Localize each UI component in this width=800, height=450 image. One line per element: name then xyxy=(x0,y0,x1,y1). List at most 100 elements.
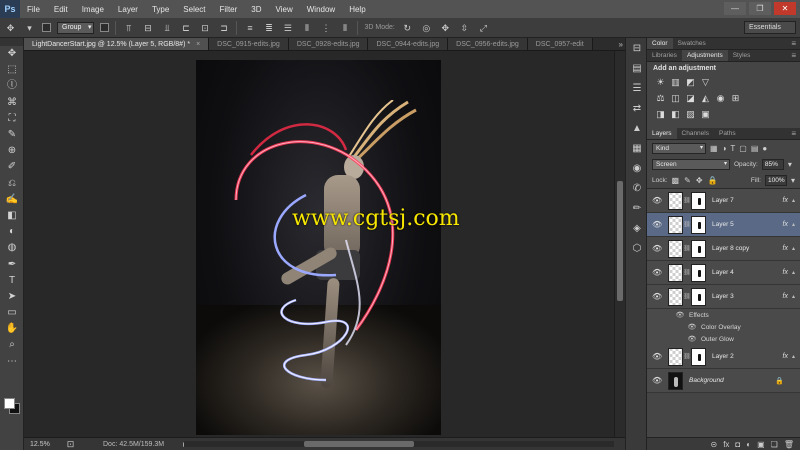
align-vcenter-icon[interactable]: ⊟ xyxy=(141,22,154,34)
menu-edit[interactable]: Edit xyxy=(47,5,75,14)
minimize-button[interactable]: — xyxy=(724,2,746,15)
levels-adjustment-icon[interactable]: ▥ xyxy=(670,77,681,88)
distribute-vcenter-icon[interactable]: ≣ xyxy=(262,22,275,34)
shape-tool-icon[interactable]: ▭ xyxy=(0,305,24,321)
layer-mask-thumbnail[interactable] xyxy=(691,347,706,366)
visibility-eye-icon[interactable]: 👁 xyxy=(652,352,662,361)
eyedropper-tool-icon[interactable]: ✎ xyxy=(0,127,24,143)
menu-filter[interactable]: Filter xyxy=(213,5,245,14)
menu-type[interactable]: Type xyxy=(145,5,176,14)
horizontal-scroll-thumb[interactable] xyxy=(304,441,414,447)
distribute-right-icon[interactable]: ⫴ xyxy=(338,22,351,34)
shape-filter-icon[interactable]: ▢ xyxy=(739,144,747,153)
brush-presets-panel-icon[interactable]: ✆ xyxy=(626,178,648,198)
black-white-adjustment-icon[interactable]: ◭ xyxy=(700,93,711,104)
blend-mode-dropdown[interactable]: Screen xyxy=(652,158,730,170)
exposure-adjustment-icon[interactable]: ▽ xyxy=(700,77,711,88)
add-layer-style-icon[interactable]: fx xyxy=(723,440,729,449)
color-panel-icon[interactable]: ◉ xyxy=(626,158,648,178)
layer-kind-filter[interactable]: Kind xyxy=(652,142,706,154)
document-tab[interactable]: DSC_0915-edits.jpg xyxy=(209,38,289,50)
type-tool-icon[interactable]: T xyxy=(0,273,24,289)
layer-effects-fx-icon[interactable]: fx xyxy=(783,245,788,252)
layers-panel-menu-icon[interactable]: ≡ xyxy=(787,128,800,139)
menu-file[interactable]: File xyxy=(20,5,47,14)
visibility-eye-icon[interactable]: 👁 xyxy=(652,292,662,301)
quick-select-tool-icon[interactable]: ⌘ xyxy=(0,95,24,111)
menu-help[interactable]: Help xyxy=(342,5,372,14)
layer-effects-fx-icon[interactable]: fx xyxy=(783,353,788,360)
opacity-field[interactable]: 85% xyxy=(761,158,784,170)
move-tool-icon[interactable]: ✥ xyxy=(0,46,24,62)
mask-link-icon[interactable]: ⛓ xyxy=(683,221,691,228)
effect-visibility-eye-icon[interactable]: 👁 xyxy=(687,323,697,331)
link-layers-icon[interactable]: ⊝ xyxy=(710,440,717,449)
layer-row[interactable]: 👁 ⛓ Layer 5 fx ▴ xyxy=(647,213,800,237)
restore-button[interactable]: ❐ xyxy=(749,2,771,15)
mask-link-icon[interactable]: ⛓ xyxy=(683,293,691,300)
smart-object-filter-icon[interactable]: ▤ xyxy=(751,144,759,153)
3d-roll-icon[interactable]: ◎ xyxy=(420,22,433,34)
layer-row[interactable]: 👁 ⛓ Layer 8 copy fx ▴ xyxy=(647,237,800,261)
tab-close-icon[interactable]: × xyxy=(196,41,200,48)
3d-panel-icon[interactable]: ⬡ xyxy=(626,238,648,258)
new-group-icon[interactable]: ▣ xyxy=(757,440,765,449)
3d-orbit-icon[interactable]: ↻ xyxy=(401,22,414,34)
tab-channels[interactable]: Channels xyxy=(677,128,714,139)
type-filter-icon[interactable]: T xyxy=(730,144,735,153)
menu-window[interactable]: Window xyxy=(300,5,342,14)
vibrance-adjustment-icon[interactable]: ⚖ xyxy=(655,93,666,104)
brightness-contrast-adjustment-icon[interactable]: ☀ xyxy=(655,77,666,88)
pen-tool-icon[interactable]: ✒ xyxy=(0,256,24,272)
close-window-button[interactable]: ✕ xyxy=(774,2,796,15)
distribute-left-icon[interactable]: ⦀ xyxy=(300,22,313,34)
mask-link-icon[interactable]: ⛓ xyxy=(683,245,691,252)
distribute-bottom-icon[interactable]: ☰ xyxy=(281,22,294,34)
tabs-overflow-icon[interactable]: » xyxy=(619,38,623,50)
effects-group-row[interactable]: 👁 Effects xyxy=(647,309,800,321)
more-tool-icon[interactable]: ⋯ xyxy=(0,354,24,370)
effects-expand-icon[interactable]: ▴ xyxy=(792,293,795,300)
show-transform-checkbox[interactable] xyxy=(100,23,110,32)
align-right-icon[interactable]: ⊐ xyxy=(217,22,230,34)
layer-mask-thumbnail[interactable] xyxy=(691,287,706,306)
tab-paths[interactable]: Paths xyxy=(714,128,741,139)
tab-swatches[interactable]: Swatches xyxy=(673,38,711,49)
align-bottom-icon[interactable]: ⫫ xyxy=(160,22,173,34)
healing-tool-icon[interactable]: ⊕ xyxy=(0,143,24,159)
lock-all-icon[interactable]: 🔒 xyxy=(708,176,718,185)
adjustment-filter-icon[interactable]: ◑ xyxy=(722,144,727,153)
menu-3d[interactable]: 3D xyxy=(244,5,268,14)
photo-filter-adjustment-icon[interactable]: ◉ xyxy=(715,93,726,104)
pixel-filter-icon[interactable]: ▦ xyxy=(710,144,718,153)
info-panel-icon[interactable]: ▦ xyxy=(626,138,648,158)
zoom-tool-icon[interactable]: ⌕ xyxy=(0,337,24,353)
tab-styles[interactable]: Styles xyxy=(728,50,756,61)
swatches-panel-icon[interactable]: ⇄ xyxy=(626,98,648,118)
3d-pan-icon[interactable]: ✥ xyxy=(439,22,452,34)
3d-slide-icon[interactable]: ⇳ xyxy=(458,22,471,34)
blur-tool-icon[interactable]: ◍ xyxy=(0,240,24,256)
layer-row[interactable]: 👁 ⛓ Layer 4 fx ▴ xyxy=(647,261,800,285)
selective-color-adjustment-icon[interactable]: ▣ xyxy=(700,109,711,120)
eraser-tool-icon[interactable]: ◧ xyxy=(0,208,24,224)
new-adjustment-icon[interactable]: ◐ xyxy=(746,440,751,449)
properties-panel-icon[interactable]: ▤ xyxy=(626,58,648,78)
menu-view[interactable]: View xyxy=(269,5,300,14)
mask-link-icon[interactable]: ⛓ xyxy=(683,269,691,276)
invert-adjustment-icon[interactable]: ◨ xyxy=(655,109,666,120)
tab-adjustments[interactable]: Adjustments xyxy=(681,50,728,61)
layer-row[interactable]: 👁 ⛓ Layer 7 fx ▴ xyxy=(647,189,800,213)
lasso-tool-icon[interactable]: ⓛ xyxy=(0,78,24,94)
layer-mask-thumbnail[interactable] xyxy=(691,215,706,234)
hand-tool-icon[interactable]: ✋ xyxy=(0,321,24,337)
align-hcenter-icon[interactable]: ⊡ xyxy=(198,22,211,34)
3d-scale-icon[interactable]: ⤢ xyxy=(477,22,490,34)
background-layer-row[interactable]: 👁 Background 🔒 xyxy=(647,369,800,393)
effect-visibility-eye-icon[interactable]: 👁 xyxy=(687,335,697,343)
document-tab[interactable]: DSC_0928-edits.jpg xyxy=(288,38,369,50)
add-mask-icon[interactable]: ◘ xyxy=(735,440,740,449)
document-tab[interactable]: DSC_0956-edits.jpg xyxy=(448,38,528,50)
workspace-switcher[interactable]: Essentials xyxy=(744,21,796,34)
fill-slider-chevron-icon[interactable]: ▾ xyxy=(791,176,795,185)
